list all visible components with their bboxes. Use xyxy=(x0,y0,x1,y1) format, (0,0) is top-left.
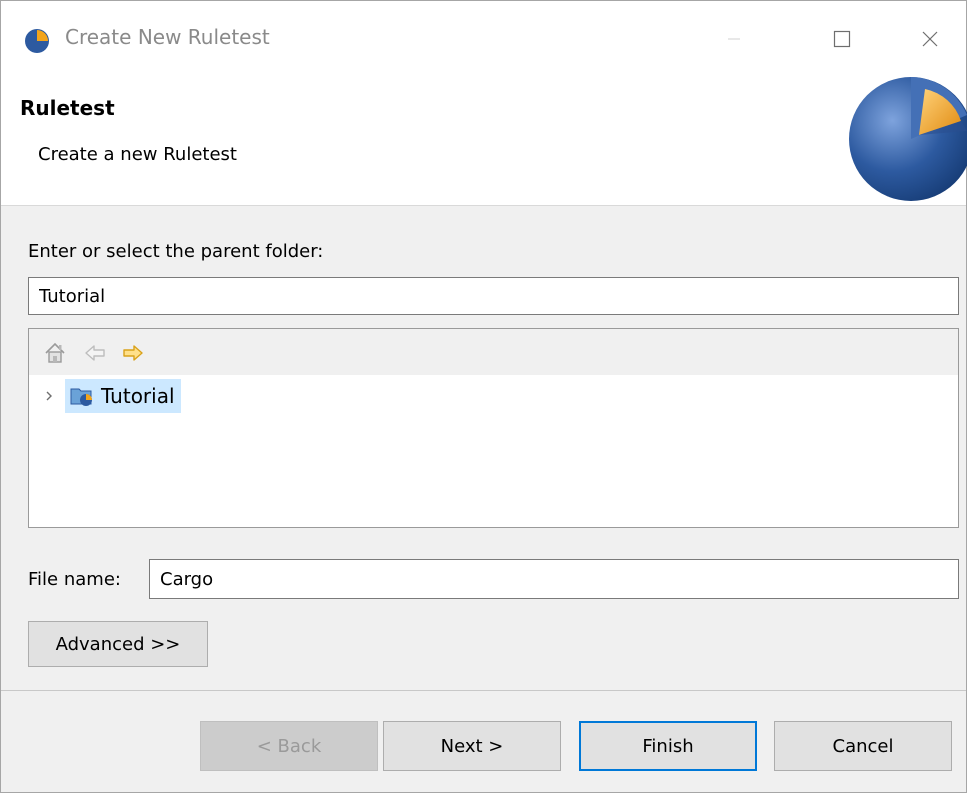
button-bar-separator xyxy=(1,690,966,691)
back-button[interactable]: < Back xyxy=(200,721,378,771)
minimize-icon xyxy=(728,38,740,40)
file-name-label: File name: xyxy=(28,569,121,590)
finish-button[interactable]: Finish xyxy=(579,721,757,771)
maximize-icon xyxy=(833,30,851,48)
tree-item-row[interactable]: Tutorial xyxy=(39,379,181,413)
parent-folder-label: Enter or select the parent folder: xyxy=(28,241,324,262)
banner-title: Ruletest xyxy=(20,96,115,120)
forward-nav-button[interactable] xyxy=(119,339,147,367)
chevron-right-icon xyxy=(46,391,52,401)
tree-item-tutorial[interactable]: Tutorial xyxy=(65,379,181,413)
title-bar: Create New Ruletest xyxy=(1,1,966,75)
file-name-input[interactable] xyxy=(149,559,959,599)
forward-arrow-icon xyxy=(123,345,143,361)
ruletest-app-icon xyxy=(25,29,49,53)
expand-toggle[interactable] xyxy=(39,386,59,406)
window-title: Create New Ruletest xyxy=(65,25,270,49)
advanced-button[interactable]: Advanced >> xyxy=(28,621,208,667)
banner-description: Create a new Ruletest xyxy=(38,144,237,165)
next-button[interactable]: Next > xyxy=(383,721,561,771)
maximize-button[interactable] xyxy=(819,17,865,61)
home-button[interactable] xyxy=(41,339,69,367)
project-folder-icon xyxy=(70,388,92,406)
cancel-button[interactable]: Cancel xyxy=(774,721,952,771)
wizard-banner: Ruletest Create a new Ruletest xyxy=(1,75,967,206)
minimize-button[interactable] xyxy=(711,17,757,61)
back-arrow-icon xyxy=(85,345,105,361)
ruletest-wizard-graphic xyxy=(849,77,967,201)
close-icon xyxy=(922,31,938,47)
back-nav-button[interactable] xyxy=(81,339,109,367)
tree-toolbar xyxy=(29,329,958,375)
home-icon xyxy=(45,342,65,363)
tree-item-label: Tutorial xyxy=(101,384,175,408)
parent-folder-input[interactable] xyxy=(28,277,959,315)
folder-tree[interactable]: Tutorial xyxy=(28,328,959,528)
create-ruletest-dialog: Create New Ruletest Ruletest Create a ne… xyxy=(0,0,967,793)
close-button[interactable] xyxy=(907,17,953,61)
